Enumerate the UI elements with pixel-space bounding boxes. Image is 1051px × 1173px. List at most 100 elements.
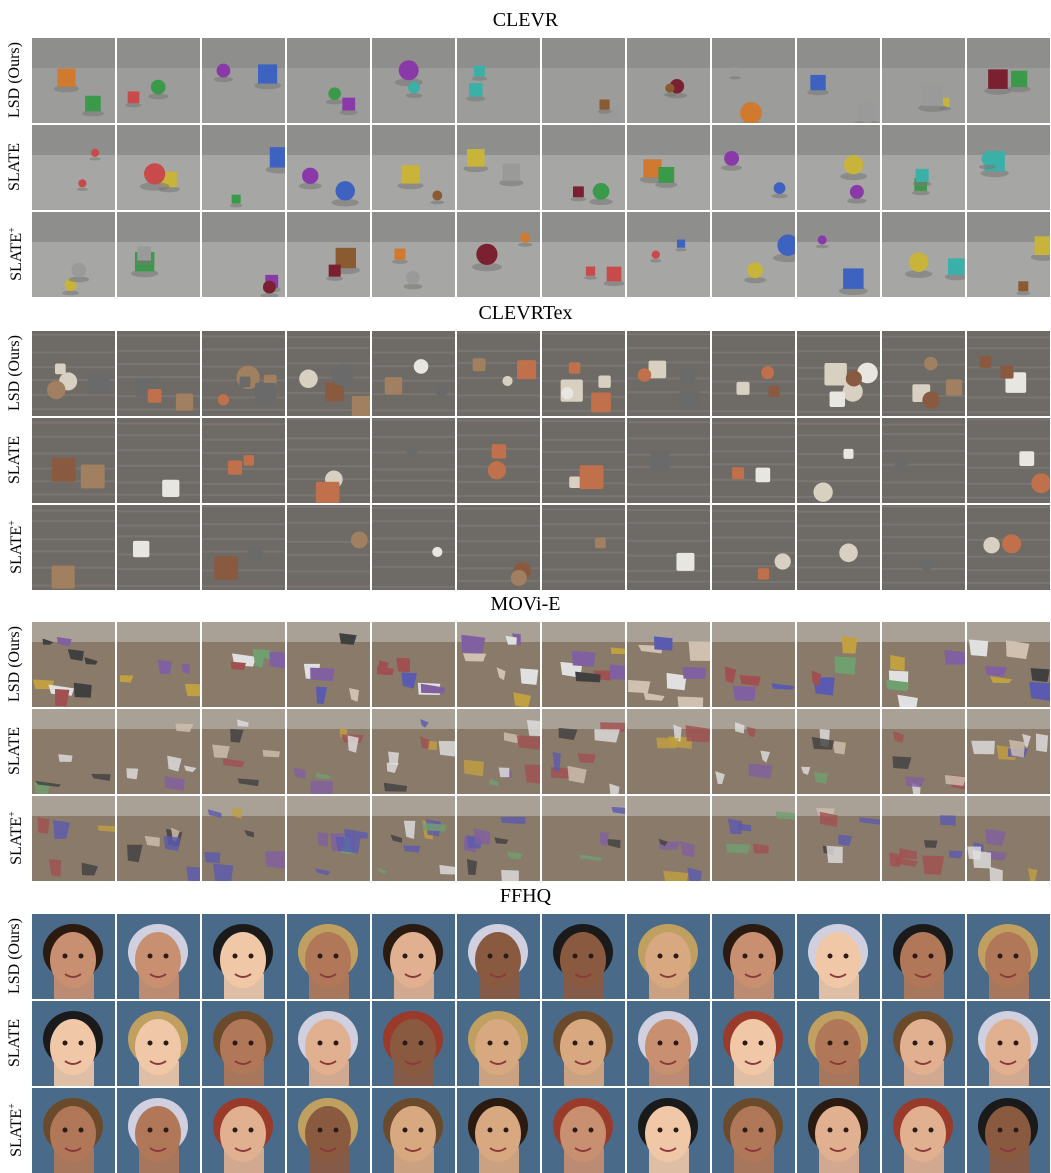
sample-image xyxy=(797,914,880,999)
row-label-text: SLATE xyxy=(8,1108,26,1157)
sample-image xyxy=(712,38,795,123)
sample-image xyxy=(712,1001,795,1086)
sample-image xyxy=(287,418,370,503)
sample-image xyxy=(457,1088,540,1173)
sample-image xyxy=(542,709,625,794)
row-label-superscript: + xyxy=(6,811,18,817)
row-label: SLATE xyxy=(0,125,30,210)
sample-image xyxy=(797,331,880,416)
row-label-text: SLATE xyxy=(6,727,23,775)
sample-image xyxy=(627,505,710,590)
row-label: SLATE xyxy=(0,1001,30,1086)
row-label: LSD (Ours) xyxy=(0,622,30,707)
row-label: LSD (Ours) xyxy=(0,331,30,416)
sample-image xyxy=(202,796,285,881)
sample-image xyxy=(457,125,540,210)
row-label-text: SLATE xyxy=(6,1019,23,1067)
row-label: SLATE xyxy=(0,418,30,503)
image-row: SLATE+ xyxy=(0,796,1051,881)
sample-image xyxy=(32,914,115,999)
sample-image xyxy=(882,505,965,590)
sample-image xyxy=(542,212,625,297)
image-row: SLATE+ xyxy=(0,505,1051,590)
sample-image xyxy=(712,125,795,210)
sample-image xyxy=(457,418,540,503)
row-label-text: LSD (Ours) xyxy=(6,626,23,702)
row-label-text: SLATE xyxy=(8,525,26,574)
sample-image xyxy=(372,1001,455,1086)
sample-image xyxy=(372,796,455,881)
sample-image xyxy=(967,622,1050,707)
sample-image xyxy=(882,38,965,123)
sample-image xyxy=(32,125,115,210)
row-label: SLATE xyxy=(0,709,30,794)
sample-image xyxy=(117,1001,200,1086)
sample-image xyxy=(32,622,115,707)
sample-image xyxy=(542,125,625,210)
sample-image xyxy=(882,418,965,503)
row-label-text: LSD (Ours) xyxy=(6,335,23,411)
sample-image xyxy=(967,796,1050,881)
sample-image xyxy=(542,38,625,123)
sample-image xyxy=(967,38,1050,123)
row-label: SLATE+ xyxy=(0,212,30,297)
sample-image xyxy=(372,709,455,794)
sample-image xyxy=(202,212,285,297)
sample-image xyxy=(542,418,625,503)
sample-image xyxy=(457,622,540,707)
sample-image xyxy=(372,622,455,707)
sample-image xyxy=(202,125,285,210)
sample-image xyxy=(372,914,455,999)
sample-image xyxy=(117,796,200,881)
sample-image xyxy=(32,796,115,881)
sample-image xyxy=(457,796,540,881)
sample-image xyxy=(117,622,200,707)
sample-image xyxy=(457,914,540,999)
image-row: SLATE xyxy=(0,418,1051,503)
row-label-text: SLATE xyxy=(8,816,26,865)
row-label: SLATE+ xyxy=(0,505,30,590)
sample-image xyxy=(32,38,115,123)
row-label-text: SLATE xyxy=(8,232,26,281)
sample-image xyxy=(967,1088,1050,1173)
sample-image xyxy=(117,914,200,999)
sample-image xyxy=(882,212,965,297)
sample-image xyxy=(372,125,455,210)
sample-image xyxy=(287,796,370,881)
row-label-text: LSD (Ours) xyxy=(6,918,23,994)
row-label: SLATE+ xyxy=(0,796,30,881)
row-label: SLATE+ xyxy=(0,1088,30,1173)
sample-image xyxy=(202,709,285,794)
sample-image xyxy=(627,418,710,503)
section-title: FFHQ xyxy=(499,885,552,907)
section-title: MOVi-E xyxy=(490,593,561,615)
sample-image xyxy=(32,1088,115,1173)
sample-image xyxy=(117,709,200,794)
sample-image xyxy=(542,914,625,999)
sample-image xyxy=(457,212,540,297)
sample-image xyxy=(882,1001,965,1086)
sample-image xyxy=(797,418,880,503)
sample-image xyxy=(542,622,625,707)
sample-image xyxy=(627,1088,710,1173)
sample-image xyxy=(32,505,115,590)
sample-image xyxy=(117,505,200,590)
sample-image xyxy=(542,331,625,416)
sample-image xyxy=(967,709,1050,794)
sample-image xyxy=(712,212,795,297)
sample-image xyxy=(287,622,370,707)
sample-image xyxy=(372,418,455,503)
sample-image xyxy=(202,38,285,123)
sample-image xyxy=(967,914,1050,999)
sample-image xyxy=(287,914,370,999)
sample-image xyxy=(372,331,455,416)
sample-image xyxy=(627,1001,710,1086)
sample-image xyxy=(967,505,1050,590)
sample-image xyxy=(627,709,710,794)
sample-image xyxy=(287,709,370,794)
sample-image xyxy=(712,709,795,794)
sample-image xyxy=(202,914,285,999)
sample-image xyxy=(712,1088,795,1173)
sample-image xyxy=(882,125,965,210)
sample-image xyxy=(117,331,200,416)
